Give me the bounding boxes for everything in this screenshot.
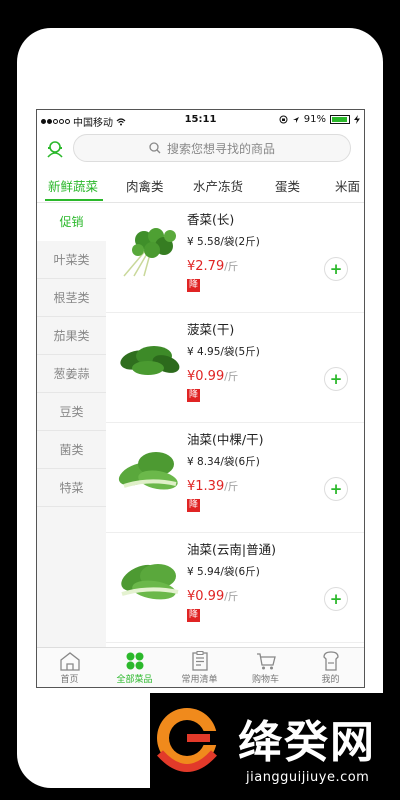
sidebar-item-root[interactable]: 根茎类 (37, 279, 106, 317)
product-price: ¥0.99/斤 (187, 365, 238, 384)
battery-fill (332, 117, 347, 122)
grid-icon (126, 652, 143, 670)
price-unit: /斤 (224, 481, 239, 493)
watermark-title: 绛癸网 (238, 717, 376, 768)
sidebar: 促销 叶菜类 根茎类 茄果类 葱姜蒜 豆类 菌类 特菜 (37, 203, 106, 647)
category-tabs: 新鲜蔬菜 肉禽类 水产冻货 蛋类 米面 (37, 168, 364, 203)
product-item[interactable]: 菠菜(干) ¥ 4.95/袋(5斤) ¥0.99/斤 降 + (106, 313, 364, 423)
product-name: 油菜(云南|普通) (187, 542, 276, 557)
cilantro-image (123, 228, 176, 277)
spinach-image (120, 346, 180, 375)
product-name: 油菜(中棵/干) (187, 432, 264, 447)
product-price: ¥1.39/斤 (187, 475, 238, 494)
product-spec: ¥ 5.94/袋(6斤) (187, 566, 260, 578)
discount-badge: 降 (187, 389, 201, 402)
customer-service-icon[interactable] (46, 140, 64, 158)
sidebar-item-mushrooms[interactable]: 菌类 (37, 431, 106, 469)
product-list: 香菜(长) ¥ 5.58/袋(2斤) ¥2.79/斤 降 + 菠菜(干) ¥ 4… (106, 203, 364, 647)
active-tab-indicator (45, 199, 103, 201)
nav-label: 我的 (321, 675, 340, 685)
discount-badge: 降 (187, 499, 201, 512)
product-spec: ¥ 4.95/袋(5斤) (187, 346, 260, 358)
sidebar-item-promotion[interactable]: 促销 (37, 203, 106, 241)
price-value: ¥1.39 (187, 479, 225, 494)
nav-home[interactable]: 首页 (37, 648, 102, 687)
product-spec: ¥ 8.34/袋(6斤) (187, 456, 260, 468)
nav-cart[interactable]: 购物车 (233, 648, 298, 687)
sidebar-item-fruit-veg[interactable]: 茄果类 (37, 317, 106, 355)
nav-all-dishes[interactable]: 全部菜品 (102, 648, 167, 687)
battery-icon (330, 115, 350, 124)
product-spec: ¥ 5.58/袋(2斤) (187, 236, 260, 248)
nav-label: 首页 (60, 675, 79, 685)
app-screen: 中国移动 15:11 91% 搜索您想寻找的商品 新鲜蔬菜 肉禽类 水产冻货 蛋… (36, 109, 365, 688)
bok-choy-image (118, 452, 178, 490)
sidebar-item-onion-ginger-garlic[interactable]: 葱姜蒜 (37, 355, 106, 393)
orientation-lock-icon (279, 115, 288, 124)
product-name: 菠菜(干) (187, 322, 235, 337)
clipboard-icon (191, 651, 208, 671)
price-value: ¥0.99 (187, 589, 225, 604)
profile-icon (322, 651, 339, 671)
product-item[interactable]: 油菜(云南|普通) ¥ 5.94/袋(6斤) ¥0.99/斤 降 + (106, 533, 364, 643)
price-value: ¥2.79 (187, 259, 225, 274)
nav-frequent-list[interactable]: 常用清单 (167, 648, 232, 687)
product-price: ¥2.79/斤 (187, 255, 238, 274)
tab-eggs[interactable]: 蛋类 (275, 176, 300, 195)
discount-badge: 降 (187, 279, 201, 292)
search-input[interactable]: 搜索您想寻找的商品 (73, 134, 351, 162)
nav-profile[interactable]: 我的 (298, 648, 363, 687)
product-price: ¥0.99/斤 (187, 585, 238, 604)
sidebar-item-specialty[interactable]: 特菜 (37, 469, 106, 507)
product-name: 香菜(长) (187, 212, 235, 227)
nav-label: 购物车 (251, 675, 279, 685)
sidebar-item-leafy[interactable]: 叶菜类 (37, 241, 106, 279)
add-to-cart-button[interactable]: + (324, 587, 348, 611)
price-unit: /斤 (224, 591, 239, 603)
discount-badge: 降 (187, 609, 201, 622)
search-icon (149, 142, 161, 154)
add-to-cart-button[interactable]: + (324, 367, 348, 391)
bok-choy-image (121, 564, 179, 600)
search-placeholder: 搜索您想寻找的商品 (166, 141, 275, 156)
charging-icon (354, 115, 360, 124)
home-icon (59, 652, 80, 671)
watermark-url: jiangguijiuye.com (246, 770, 370, 785)
tab-rice-noodles[interactable]: 米面 (335, 176, 360, 195)
add-to-cart-button[interactable]: + (324, 257, 348, 281)
sidebar-item-beans[interactable]: 豆类 (37, 393, 106, 431)
price-unit: /斤 (224, 261, 239, 273)
location-icon (292, 116, 299, 123)
nav-label: 常用清单 (181, 675, 218, 685)
battery-percent: 91% (303, 114, 326, 125)
nav-label: 全部菜品 (116, 675, 153, 685)
tab-fresh-vegetables[interactable]: 新鲜蔬菜 (48, 176, 98, 195)
price-unit: /斤 (224, 371, 239, 383)
price-value: ¥0.99 (187, 369, 225, 384)
cart-icon (256, 653, 276, 670)
bottom-nav: 首页 全部菜品 常用清单 购物车 我的 (37, 647, 364, 687)
product-item[interactable]: 香菜(长) ¥ 5.58/袋(2斤) ¥2.79/斤 降 + (106, 203, 364, 313)
search-row: 搜索您想寻找的商品 (37, 130, 364, 168)
add-to-cart-button[interactable]: + (324, 477, 348, 501)
product-item[interactable]: 油菜(中棵/干) ¥ 8.34/袋(6斤) ¥1.39/斤 降 + (106, 423, 364, 533)
status-right: 91% (279, 114, 360, 125)
tab-seafood-frozen[interactable]: 水产冻货 (193, 176, 243, 195)
tab-meat-poultry[interactable]: 肉禽类 (126, 176, 164, 195)
status-bar: 中国移动 15:11 91% (37, 110, 364, 130)
